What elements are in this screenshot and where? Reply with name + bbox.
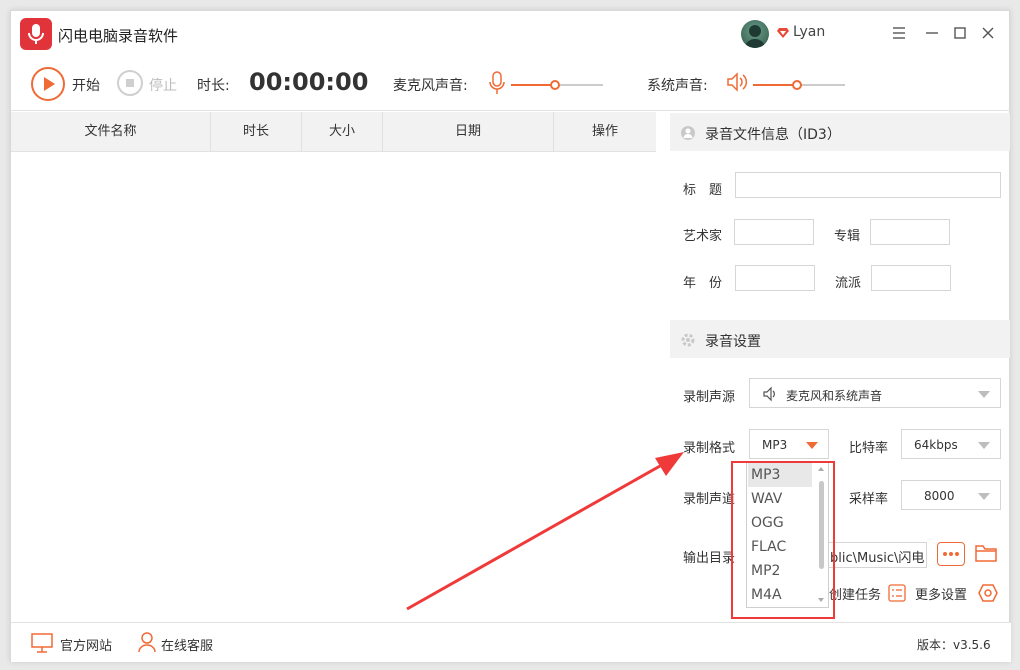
stop-button[interactable] [117, 70, 143, 96]
microphone-icon[interactable] [488, 70, 506, 96]
toolbar: 开始 停止 时长: 00:00:00 麦克风声音: 系统声音: [11, 57, 1011, 111]
chevron-down-icon [978, 442, 990, 449]
album-input[interactable] [870, 219, 950, 245]
maximize-icon[interactable] [949, 22, 971, 44]
id3-section-header: 录音文件信息（ID3） [670, 113, 1010, 151]
album-label: 专辑 [834, 229, 861, 244]
vip-diamond-icon [777, 28, 789, 38]
app-title: 闪电电脑录音软件 [58, 27, 179, 45]
id3-section-title: 录音文件信息（ID3） [705, 127, 841, 143]
artist-label: 艺术家 [683, 229, 723, 244]
app-window: 闪电电脑录音软件 Lyan 开始 停止 时长: 00:00:00 麦克风声音: … [10, 10, 1011, 662]
online-service-link[interactable]: 在线客服 [161, 635, 213, 654]
file-table-body [11, 152, 656, 622]
genre-input[interactable] [871, 265, 951, 291]
start-label[interactable]: 开始 [72, 75, 100, 95]
title-bar: 闪电电脑录音软件 Lyan [11, 11, 1011, 57]
bitrate-label: 比特率 [849, 441, 889, 456]
column-header-actions[interactable]: 操作 [554, 112, 656, 152]
bitrate-value: 64kbps [914, 438, 958, 452]
column-header-duration[interactable]: 时长 [211, 112, 302, 152]
footer: 官方网站 在线客服 版本：v3.5.6 [11, 622, 1011, 662]
channel-label: 录制声道 [683, 492, 736, 507]
duration-label: 时长: [197, 78, 230, 94]
file-table-header: 文件名称 时长 大小 日期 操作 [11, 112, 656, 152]
source-value: 麦克风和系统声音 [786, 389, 883, 403]
column-header-date[interactable]: 日期 [383, 112, 554, 152]
source-label: 录制声源 [683, 390, 736, 405]
settings-section-title: 录音设置 [705, 334, 761, 350]
samplerate-value: 8000 [924, 489, 955, 503]
minimize-icon[interactable] [921, 22, 943, 44]
speaker-icon[interactable] [725, 70, 749, 94]
format-select[interactable]: MP3 [749, 429, 829, 459]
app-logo-icon [20, 18, 52, 50]
stop-label[interactable]: 停止 [149, 75, 177, 95]
menu-icon[interactable] [888, 22, 910, 44]
more-dots-icon [943, 552, 959, 556]
gear-icon [681, 333, 695, 347]
mic-volume-label: 麦克风声音: [393, 78, 468, 94]
start-button[interactable] [31, 67, 65, 101]
format-value: MP3 [762, 438, 788, 452]
format-label: 录制格式 [683, 441, 736, 456]
close-icon[interactable] [977, 22, 999, 44]
title-label: 标 题 [683, 183, 723, 198]
column-header-size[interactable]: 大小 [302, 112, 383, 152]
browse-more-button[interactable] [937, 542, 965, 566]
official-website-link[interactable]: 官方网站 [60, 635, 112, 654]
username[interactable]: Lyan [793, 24, 825, 40]
version-label: 版本：v3.5.6 [917, 638, 991, 652]
create-task-button[interactable]: 创建任务 [829, 584, 881, 603]
support-person-icon[interactable] [137, 631, 157, 653]
record-info-icon [681, 126, 695, 140]
bitrate-select[interactable]: 64kbps [901, 429, 1001, 459]
samplerate-select[interactable]: 8000 [901, 480, 1001, 510]
annotation-highlight-box [731, 461, 835, 619]
mic-volume-slider[interactable] [511, 80, 603, 90]
chevron-down-icon [806, 442, 818, 449]
year-label: 年 份 [683, 276, 723, 291]
folder-icon[interactable] [974, 542, 998, 564]
monitor-icon[interactable] [30, 632, 54, 654]
samplerate-label: 采样率 [849, 492, 889, 507]
column-header-filename[interactable]: 文件名称 [11, 112, 211, 152]
artist-input[interactable] [734, 219, 814, 245]
year-input[interactable] [735, 265, 815, 291]
output-label: 输出目录 [683, 551, 736, 566]
more-settings-button[interactable]: 更多设置 [915, 584, 967, 603]
title-input[interactable] [735, 172, 1001, 198]
hex-settings-icon[interactable] [977, 582, 999, 604]
chevron-down-icon [978, 493, 990, 500]
system-volume-label: 系统声音: [647, 78, 708, 94]
task-list-icon[interactable] [887, 583, 907, 603]
source-select[interactable]: 麦克风和系统声音 [749, 378, 1001, 408]
output-path-field[interactable]: blic\Music\闪电 [827, 542, 927, 568]
duration-value: 00:00:00 [249, 68, 369, 96]
avatar[interactable] [741, 20, 769, 48]
speaker-small-icon [763, 386, 775, 402]
system-volume-slider[interactable] [753, 80, 845, 90]
genre-label: 流派 [835, 276, 862, 291]
settings-section-header: 录音设置 [670, 320, 1010, 358]
play-icon [44, 77, 55, 91]
chevron-down-icon [978, 391, 990, 398]
stop-icon [126, 79, 134, 87]
